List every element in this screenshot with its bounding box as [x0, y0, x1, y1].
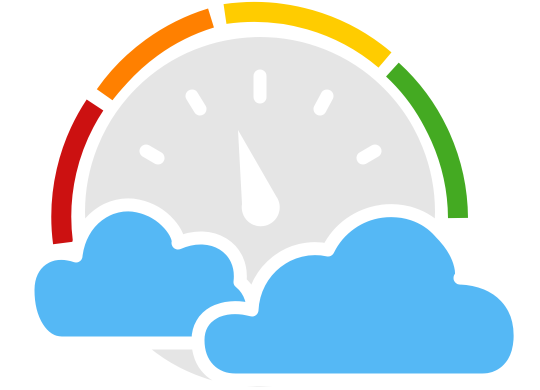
cloud-speed-illustration	[21, 1, 527, 390]
gauge-tick	[356, 144, 382, 165]
gauge-tick	[139, 144, 165, 165]
gauge-tick	[185, 89, 207, 116]
gauge-tick	[313, 89, 334, 116]
